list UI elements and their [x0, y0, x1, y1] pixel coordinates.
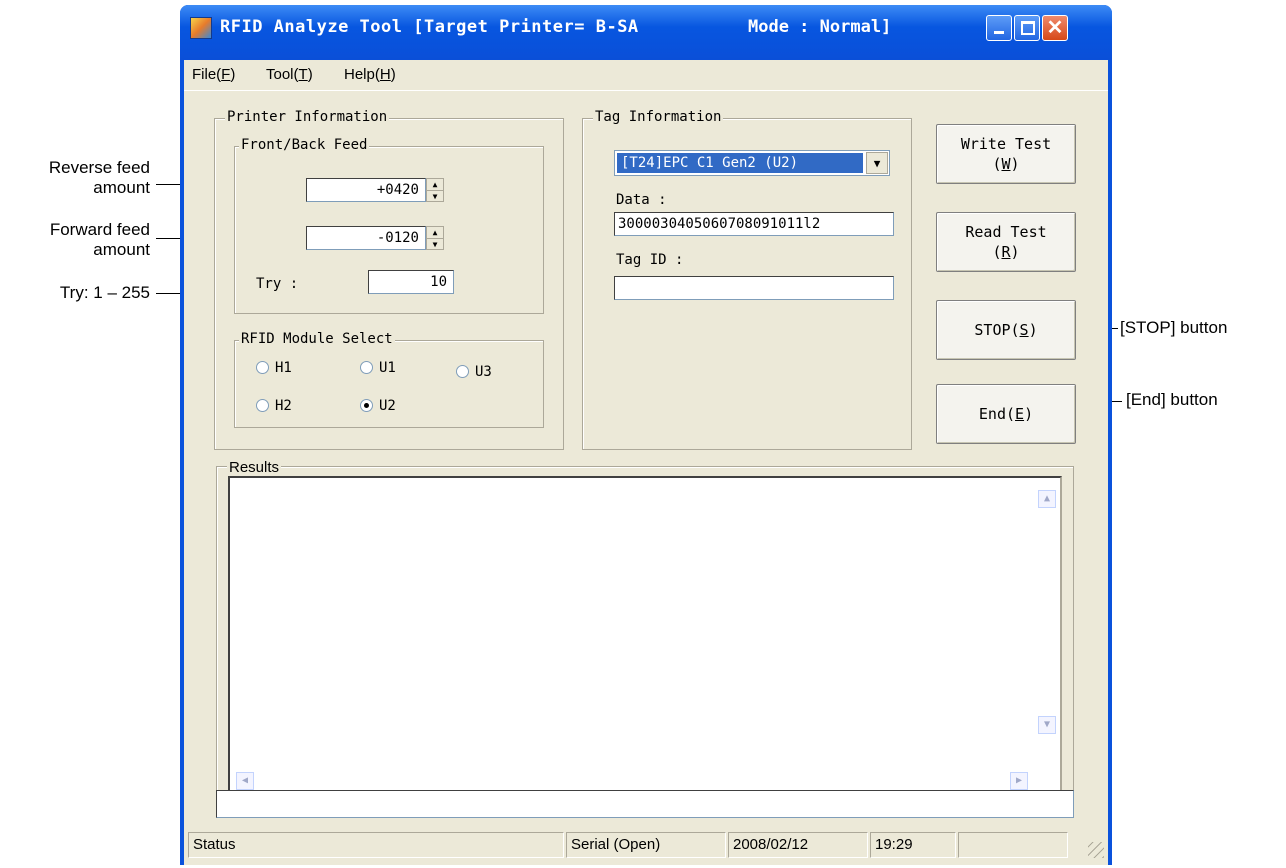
data-input[interactable]: 3000030405060708091011l2	[614, 212, 894, 236]
callout-forward-feed: Forward feed amount	[10, 220, 150, 260]
radio-dot	[256, 361, 269, 374]
callout-stop: [STOP] button	[1120, 318, 1228, 337]
end-button[interactable]: End(E)	[936, 384, 1076, 444]
try-input[interactable]: 10	[368, 270, 454, 294]
stop-button[interactable]: STOP(S)	[936, 300, 1076, 360]
scroll-up-icon[interactable]: ▲	[1038, 490, 1056, 508]
maximize-button[interactable]	[1014, 15, 1040, 41]
status-empty	[958, 832, 1068, 858]
forward-feed-spinner[interactable]: ▲ ▼	[426, 226, 444, 250]
printer-info-legend: Printer Information	[225, 109, 390, 125]
tag-info-legend: Tag Information	[593, 109, 724, 125]
results-legend: Results	[227, 459, 282, 476]
menu-bar: File(F) Tool(T) Help(H)	[184, 60, 1108, 90]
callout-try: Try: 1 – 255	[59, 283, 150, 302]
tag-id-label: Tag ID :	[616, 252, 684, 268]
data-label: Data :	[616, 192, 667, 208]
results-textarea[interactable]: ▲ ▼ ◀ ▶	[228, 476, 1062, 796]
module-select-legend: RFID Module Select	[239, 331, 395, 347]
window-mode: Mode : Normal]	[748, 17, 892, 37]
read-test-button[interactable]: Read Test (R)	[936, 212, 1076, 272]
callout-reverse-feed-line2: amount	[93, 178, 150, 197]
message-field	[216, 790, 1074, 818]
title-bar[interactable]: RFID Analyze Tool [Target Printer= B-SA …	[180, 5, 1112, 60]
horizontal-scrollbar[interactable]: ◀ ▶	[232, 772, 1030, 790]
scroll-right-icon[interactable]: ▶	[1010, 772, 1028, 790]
app-icon	[190, 17, 212, 39]
tag-id-input[interactable]	[614, 276, 894, 300]
radio-h1[interactable]: H1	[256, 360, 292, 376]
scroll-down-icon[interactable]: ▼	[1038, 716, 1056, 734]
spin-down-icon[interactable]: ▼	[427, 190, 443, 201]
resize-grip-icon[interactable]	[1088, 842, 1104, 858]
radio-u2[interactable]: U2	[360, 398, 396, 414]
status-time: 19:29	[870, 832, 956, 858]
close-button[interactable]: ✕	[1042, 15, 1068, 41]
radio-u1[interactable]: U1	[360, 360, 396, 376]
tag-type-select[interactable]: [T24]EPC C1 Gen2 (U2) ▼	[614, 150, 890, 176]
reverse-feed-spinner[interactable]: ▲ ▼	[426, 178, 444, 202]
spin-down-icon[interactable]: ▼	[427, 238, 443, 249]
callout-reverse-feed-line1: Reverse feed	[48, 158, 150, 177]
radio-dot	[456, 365, 469, 378]
callout-forward-feed-line1: Forward feed	[49, 220, 150, 239]
vertical-scrollbar[interactable]: ▲ ▼	[1038, 484, 1056, 734]
menu-file[interactable]: File(F)	[192, 66, 235, 83]
reverse-feed-input[interactable]: +0420	[306, 178, 426, 202]
radio-dot-selected	[360, 399, 373, 412]
tag-type-value: [T24]EPC C1 Gen2 (U2)	[616, 152, 864, 174]
try-label: Try :	[256, 276, 299, 292]
radio-dot	[360, 361, 373, 374]
minimize-icon	[994, 31, 1004, 34]
feed-legend: Front/Back Feed	[239, 137, 370, 153]
callout-reverse-feed: Reverse feed amount	[10, 158, 150, 198]
scroll-left-icon[interactable]: ◀	[236, 772, 254, 790]
chevron-down-icon[interactable]: ▼	[866, 152, 888, 174]
radio-u3[interactable]: U3	[456, 364, 492, 380]
write-test-button[interactable]: Write Test (W)	[936, 124, 1076, 184]
spin-up-icon[interactable]: ▲	[427, 227, 443, 238]
window-title: RFID Analyze Tool [Target Printer= B-SA	[220, 17, 639, 37]
module-select-group: RFID Module Select	[234, 331, 544, 428]
callout-end: [End] button	[1126, 390, 1218, 409]
close-icon: ✕	[1046, 17, 1064, 39]
menu-tool[interactable]: Tool(T)	[266, 66, 313, 83]
radio-h2[interactable]: H2	[256, 398, 292, 414]
minimize-button[interactable]	[986, 15, 1012, 41]
forward-feed-input[interactable]: -0120	[306, 226, 426, 250]
menu-help[interactable]: Help(H)	[344, 66, 396, 83]
radio-dot	[256, 399, 269, 412]
status-text: Status	[188, 832, 564, 858]
maximize-icon	[1021, 21, 1035, 35]
status-port: Serial (Open)	[566, 832, 726, 858]
menu-separator	[184, 90, 1108, 91]
callout-forward-feed-line2: amount	[93, 240, 150, 259]
spin-up-icon[interactable]: ▲	[427, 179, 443, 190]
status-date: 2008/02/12	[728, 832, 868, 858]
